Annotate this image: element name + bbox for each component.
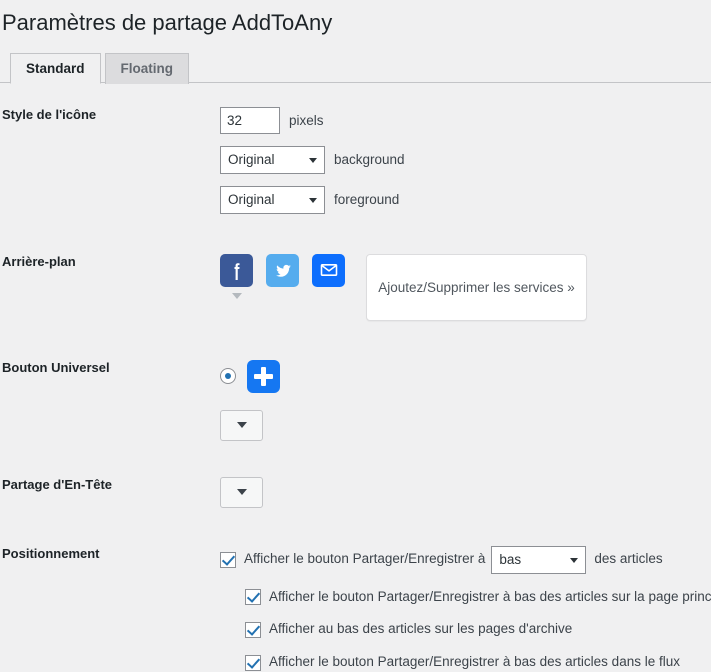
row-field-background: Ajoutez/Supprimer les services » [220,253,711,321]
positioning-main-text-before: Afficher le bouton Partager/Enregistrer … [244,551,486,567]
facebook-caret-icon[interactable] [231,292,242,299]
service-email[interactable] [312,253,345,299]
positioning-main-text-after: des articles [594,551,663,567]
icon-foreground-label: foreground [334,192,400,208]
positioning-placement-value: bas [499,552,522,568]
row-field-universal-button [220,359,711,441]
row-label-universal-button: Bouton Universel [2,359,110,375]
positioning-sub-options: Afficher le bouton Partager/Enregistrer … [220,588,711,672]
icon-background-line: Original background [220,145,711,174]
email-icon[interactable] [312,253,345,287]
chevron-down-icon [309,197,317,203]
row-positioning: Positionnement Afficher le bouton Partag… [0,545,711,672]
tab-standard[interactable]: Standard [10,52,101,84]
icon-foreground-select-value: Original [228,192,275,208]
row-header-share: Partage d'En-Tête [0,476,711,508]
positioning-main-checkbox-row: Afficher le bouton Partager/Enregistrer … [220,545,711,574]
positioning-homepage-label: Afficher le bouton Partager/Enregistrer … [269,588,711,604]
positioning-homepage-checkbox[interactable] [245,589,261,606]
row-label-icon-style: Style de l'icône [2,106,97,122]
universal-button-radio[interactable] [220,368,236,385]
chevron-down-icon [236,489,247,496]
positioning-sub-row-homepage: Afficher le bouton Partager/Enregistrer … [245,588,711,607]
row-icon-style: Style de l'icône pixels Original backgro… [0,106,711,214]
row-field-icon-style: pixels Original background Original fore… [220,106,711,214]
chevron-down-icon [309,157,317,163]
page-title: Paramètres de partage AddToAny [2,10,333,35]
positioning-archive-checkbox[interactable] [245,621,261,638]
row-label-header-share: Partage d'En-Tête [2,476,113,492]
icon-foreground-line: Original foreground [220,185,711,214]
icon-background-label: background [334,152,405,168]
positioning-archive-label: Afficher au bas des articles sur les pag… [269,621,573,637]
positioning-sub-row-feed: Afficher le bouton Partager/Enregistrer … [245,653,711,672]
positioning-feed-checkbox[interactable] [245,654,261,671]
service-facebook[interactable] [220,253,253,299]
facebook-icon[interactable] [220,253,253,287]
universal-button-line [220,359,711,393]
header-share-dropdown[interactable] [220,476,263,508]
positioning-feed-label: Afficher le bouton Partager/Enregistrer … [269,654,680,670]
chevron-down-icon [570,557,579,563]
icon-size-line: pixels [220,106,711,134]
tab-floating[interactable]: Floating [104,52,190,84]
service-twitter[interactable] [266,253,299,299]
icon-background-select-value: Original [228,152,275,168]
positioning-sub-row-archive: Afficher au bas des articles sur les pag… [245,620,711,639]
positioning-main-checkbox[interactable] [220,551,236,568]
service-icon-list: Ajoutez/Supprimer les services » [220,253,711,321]
icon-foreground-select[interactable]: Original [220,185,325,214]
row-label-background: Arrière-plan [2,253,76,269]
icon-size-unit-label: pixels [289,112,324,128]
chevron-down-icon [236,422,247,429]
row-label-positioning: Positionnement [2,545,100,561]
row-universal-button: Bouton Universel [0,359,711,441]
icon-size-input[interactable] [220,106,280,134]
radio-dot-icon [225,373,231,380]
tab-bar: Standard Floating [0,52,711,84]
add-remove-services-button[interactable]: Ajoutez/Supprimer les services » [366,253,587,321]
twitter-icon[interactable] [266,253,299,287]
positioning-placement-select[interactable]: bas [491,545,587,574]
row-field-positioning: Afficher le bouton Partager/Enregistrer … [220,545,711,672]
settings-form: Style de l'icône pixels Original backgro… [0,83,711,672]
addtoany-plus-icon[interactable] [247,359,280,393]
row-field-header-share [220,476,711,508]
row-background-services: Arrière-plan Ajoutez/Supprimer les servi… [0,253,711,321]
universal-button-options-dropdown[interactable] [220,409,263,441]
icon-background-select[interactable]: Original [220,145,325,174]
